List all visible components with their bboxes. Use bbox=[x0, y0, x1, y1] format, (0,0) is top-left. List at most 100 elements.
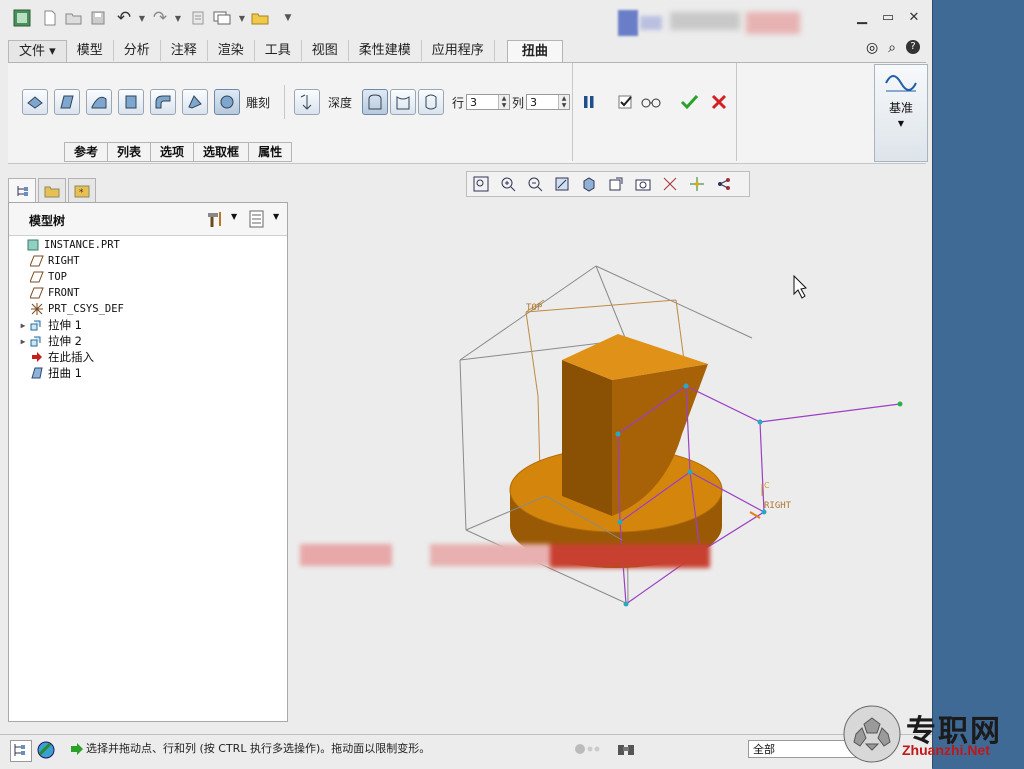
folder-icon[interactable] bbox=[250, 8, 270, 28]
cols-spinner[interactable]: 3 ▲ ▼ bbox=[526, 94, 570, 110]
graphics-area[interactable]: TOP C RIGHT bbox=[288, 200, 930, 728]
view-manager-icon[interactable] bbox=[631, 173, 655, 195]
tree-item-instance-prt[interactable]: INSTANCE.PRT bbox=[13, 237, 124, 253]
twist-tool[interactable] bbox=[182, 89, 208, 115]
redo-icon[interactable]: ↷ bbox=[150, 8, 170, 28]
tab-file[interactable]: 文件 ▾ bbox=[8, 40, 67, 62]
model-tree: INSTANCE.PRT RIGHT TOP FRONT PRT_CSYS_DE… bbox=[13, 237, 124, 381]
folder-browser-tab[interactable] bbox=[38, 178, 66, 203]
status-browser-icon[interactable] bbox=[36, 740, 56, 760]
datum-right-label: RIGHT bbox=[764, 501, 792, 511]
tree-item-extrude-1[interactable]: ▶ 拉伸 1 bbox=[13, 317, 124, 333]
open-icon[interactable] bbox=[64, 8, 84, 28]
stretch-tool[interactable] bbox=[118, 89, 144, 115]
tree-item-insert-here[interactable]: 在此插入 bbox=[13, 349, 124, 365]
rows-spinner[interactable]: 3 ▲ ▼ bbox=[466, 94, 510, 110]
zoom-out-icon[interactable] bbox=[523, 173, 547, 195]
undo-icon[interactable]: ↶ bbox=[114, 8, 134, 28]
windows-icon[interactable] bbox=[212, 8, 232, 28]
spine-tool[interactable] bbox=[86, 89, 112, 115]
close-icon[interactable]: ✕ bbox=[904, 10, 924, 26]
tab-view[interactable]: 视图 bbox=[302, 40, 349, 61]
tree-item-right[interactable]: RIGHT bbox=[13, 253, 124, 269]
subtab-properties[interactable]: 属性 bbox=[249, 142, 293, 162]
tab-model[interactable]: 模型 bbox=[67, 40, 114, 61]
datum-panel-button[interactable]: 基准 ▼ bbox=[874, 64, 928, 162]
windows-dropdown-icon[interactable]: ▼ bbox=[232, 8, 252, 28]
tree-item-label: TOP bbox=[48, 271, 67, 283]
repaint-icon[interactable] bbox=[550, 173, 574, 195]
tab-tools[interactable]: 工具 bbox=[255, 40, 302, 61]
depth-symmetric[interactable] bbox=[418, 89, 444, 115]
datum-top-label: TOP bbox=[526, 303, 543, 313]
model-tree-tab[interactable] bbox=[8, 178, 36, 203]
minimize-icon[interactable]: ▁ bbox=[852, 10, 872, 26]
preview-checkbox[interactable] bbox=[618, 94, 634, 110]
datum-dropdown-icon[interactable]: ▼ bbox=[875, 119, 927, 128]
tree-item-front[interactable]: FRONT bbox=[13, 285, 124, 301]
tree-item-extrude-2[interactable]: ▶ 拉伸 2 bbox=[13, 333, 124, 349]
settings-hammer-icon[interactable] bbox=[205, 210, 225, 231]
watermark-ball-logo bbox=[843, 705, 901, 763]
settings-dropdown-icon[interactable]: ▼ bbox=[231, 212, 237, 221]
favorites-tab[interactable]: * bbox=[68, 178, 96, 203]
annotation-display-icon[interactable] bbox=[712, 173, 736, 195]
sculpt-tool[interactable] bbox=[214, 89, 240, 115]
help-icon[interactable]: ? bbox=[906, 40, 920, 54]
customize-icon[interactable]: ▼ bbox=[278, 8, 298, 28]
show-dropdown-icon[interactable]: ▼ bbox=[273, 212, 279, 221]
tab-flexible-modeling[interactable]: 柔性建模 bbox=[349, 40, 422, 61]
display-style-icon[interactable] bbox=[577, 173, 601, 195]
model-viewport[interactable]: TOP C RIGHT bbox=[288, 200, 930, 728]
status-bar: 选择并拖动点、行和列 (按 CTRL 执行多选操作)。拖动面以限制变形。 全部 bbox=[0, 734, 932, 769]
blurred-title-tail bbox=[746, 12, 800, 34]
title-bar: ↶ ▼ ↷ ▼ ▼ ▼ ▁ ▭ ✕ bbox=[0, 0, 932, 38]
tree-item-csys[interactable]: PRT_CSYS_DEF bbox=[13, 301, 124, 317]
find-binoculars-icon[interactable] bbox=[616, 741, 636, 760]
ok-checkmark-icon[interactable] bbox=[680, 93, 699, 111]
regenerate-icon[interactable] bbox=[188, 8, 208, 28]
tab-render[interactable]: 渲染 bbox=[208, 40, 255, 61]
depth-direction-tool[interactable] bbox=[294, 89, 320, 115]
warp-tool[interactable] bbox=[54, 89, 80, 115]
tab-analysis[interactable]: 分析 bbox=[114, 40, 161, 61]
tab-warp[interactable]: 扭曲 bbox=[506, 40, 563, 63]
collapse-ribbon-icon[interactable]: ◎ bbox=[866, 40, 878, 56]
subtab-list[interactable]: 列表 bbox=[108, 142, 152, 162]
tree-icon bbox=[17, 186, 28, 196]
maximize-icon[interactable]: ▭ bbox=[878, 10, 898, 26]
glasses-preview-icon[interactable] bbox=[640, 95, 662, 109]
subtab-marquee[interactable]: 选取框 bbox=[194, 142, 250, 162]
save-icon[interactable] bbox=[88, 8, 108, 28]
pause-icon[interactable] bbox=[582, 95, 596, 109]
depth-both-sides[interactable] bbox=[390, 89, 416, 115]
zoom-in-icon[interactable] bbox=[496, 173, 520, 195]
rows-spin-arrows[interactable]: ▲ ▼ bbox=[498, 95, 509, 109]
show-options-icon[interactable] bbox=[249, 210, 265, 231]
subtab-options[interactable]: 选项 bbox=[151, 142, 195, 162]
refit-icon[interactable] bbox=[469, 173, 493, 195]
tree-item-warp-1[interactable]: 扭曲 1 bbox=[13, 365, 124, 381]
cols-spin-arrows[interactable]: ▲ ▼ bbox=[558, 95, 569, 109]
dragged-control-point[interactable] bbox=[897, 401, 903, 407]
datum-plane-icon bbox=[29, 270, 45, 284]
subtab-references[interactable]: 参考 bbox=[64, 142, 109, 162]
new-icon[interactable] bbox=[40, 8, 60, 28]
transform-tool[interactable] bbox=[22, 89, 48, 115]
tab-annotate[interactable]: 注释 bbox=[161, 40, 208, 61]
saved-orientations-icon[interactable] bbox=[604, 173, 628, 195]
redo-dropdown-icon[interactable]: ▼ bbox=[168, 8, 188, 28]
tab-applications[interactable]: 应用程序 bbox=[422, 40, 495, 61]
datum-display-filters-icon[interactable] bbox=[658, 173, 682, 195]
tree-expander[interactable]: ▶ bbox=[17, 321, 29, 330]
bend-tool[interactable] bbox=[150, 89, 176, 115]
tree-expander[interactable]: ▶ bbox=[17, 337, 29, 346]
app-icon[interactable] bbox=[12, 8, 32, 28]
status-tree-icon[interactable] bbox=[10, 740, 32, 762]
cancel-x-icon[interactable] bbox=[710, 93, 728, 111]
undo-dropdown-icon[interactable]: ▼ bbox=[132, 8, 152, 28]
spin-center-icon[interactable] bbox=[685, 173, 709, 195]
depth-one-side[interactable] bbox=[362, 89, 388, 115]
tree-item-top[interactable]: TOP bbox=[13, 269, 124, 285]
search-icon[interactable]: ⌕ bbox=[888, 40, 896, 56]
